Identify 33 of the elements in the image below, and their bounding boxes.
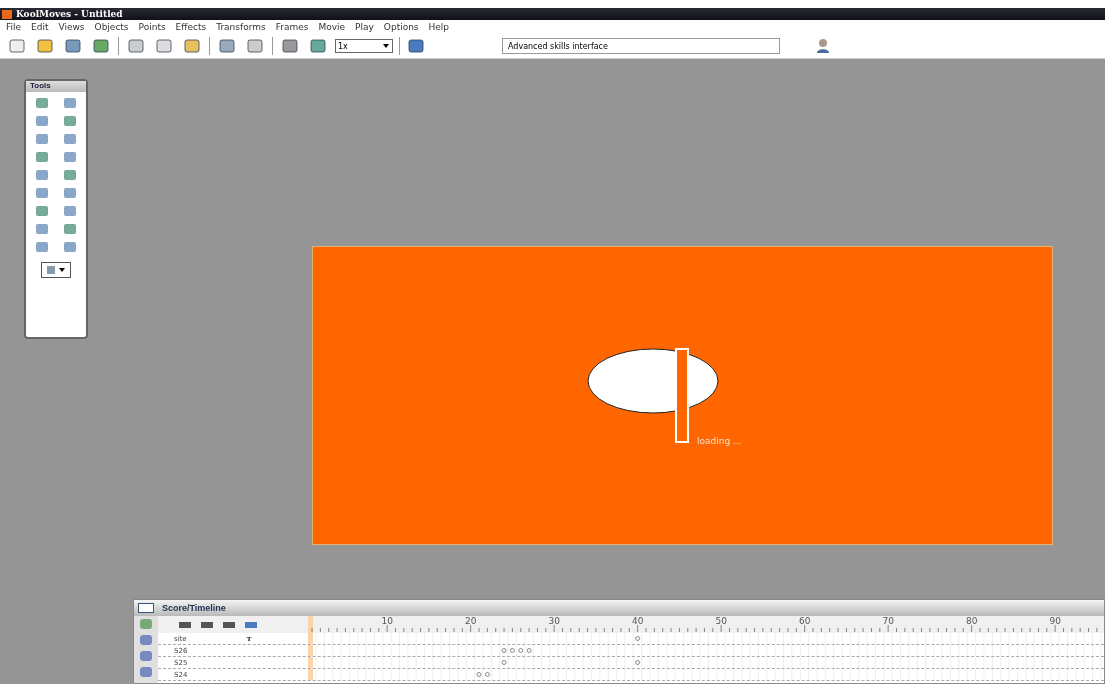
- menu-item[interactable]: Points: [134, 22, 172, 32]
- mode-field[interactable]: Advanced skills interface: [502, 38, 780, 54]
- panel-title: Tools: [26, 81, 86, 92]
- caret-icon: [382, 43, 390, 49]
- zoom-select[interactable]: 1x: [335, 39, 393, 53]
- ruler-label: 40: [631, 616, 644, 626]
- loading-caption: loading ...: [697, 436, 742, 446]
- menu-item[interactable]: Movie: [314, 22, 352, 32]
- ruler-label: 80: [965, 616, 978, 626]
- menu-item[interactable]: Transforms: [212, 22, 272, 32]
- menu-item[interactable]: Play: [351, 22, 380, 32]
- menu-item[interactable]: File: [2, 22, 28, 32]
- panel-title: Score/Timeline: [162, 603, 226, 613]
- ruler-label: 50: [715, 616, 727, 626]
- caret-icon: [46, 265, 66, 275]
- ruler-label: 20: [464, 616, 477, 626]
- menu-item[interactable]: Frames: [271, 22, 315, 32]
- menu-item[interactable]: Effects: [171, 22, 213, 32]
- ruler-label: 90: [1049, 616, 1061, 626]
- tool-dropdown[interactable]: [41, 262, 71, 278]
- ruler-label: 10: [381, 616, 393, 626]
- ruler-label: 70: [882, 616, 894, 626]
- menu-item[interactable]: Edit: [27, 22, 55, 32]
- ruler-label: 30: [548, 616, 560, 626]
- playhead-marker[interactable]: [308, 616, 313, 633]
- menu-item[interactable]: Objects: [90, 22, 135, 32]
- app-logo-icon: [2, 9, 12, 19]
- menu-item[interactable]: Views: [54, 22, 91, 32]
- user-icon[interactable]: [816, 38, 830, 54]
- ruler-label: 60: [798, 616, 811, 626]
- window-title: KoolMoves - Untitled: [16, 9, 123, 19]
- menu-item[interactable]: Help: [424, 22, 456, 32]
- menu-item[interactable]: Options: [379, 22, 425, 32]
